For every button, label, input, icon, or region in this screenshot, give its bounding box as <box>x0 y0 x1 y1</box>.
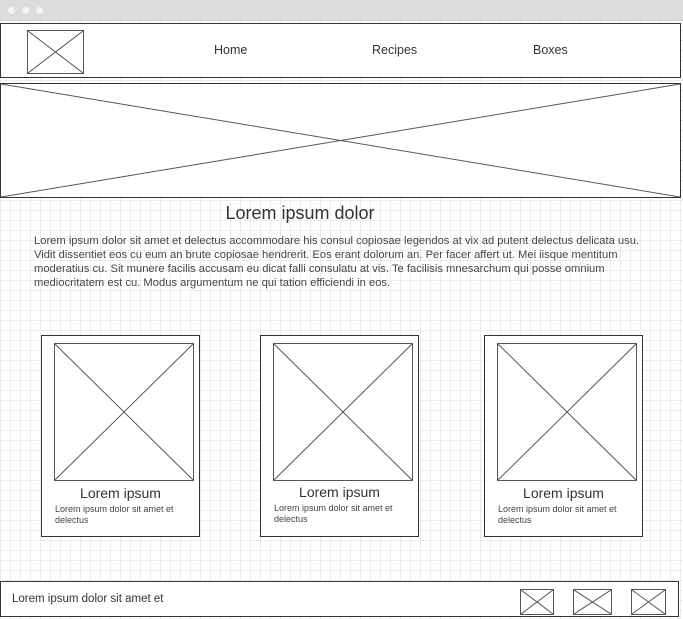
card-title: Lorem ipsum <box>299 484 380 500</box>
card-title: Lorem ipsum <box>523 485 604 501</box>
nav-link-boxes[interactable]: Boxes <box>533 43 568 57</box>
social-icon[interactable] <box>573 589 612 615</box>
footer-text: Lorem ipsum dolor sit amet et <box>12 593 164 605</box>
intro-paragraph: Lorem ipsum dolor sit amet et delectus a… <box>34 235 640 289</box>
social-icon[interactable] <box>631 589 666 615</box>
footer: Lorem ipsum dolor sit amet et <box>0 581 679 617</box>
card-description: Lorem ipsum dolor sit amet et delectus <box>498 504 617 525</box>
card-description: Lorem ipsum dolor sit amet et delectus <box>55 504 174 525</box>
card-image-placeholder <box>54 343 194 481</box>
nav-link-recipes[interactable]: Recipes <box>372 43 417 57</box>
card[interactable]: Lorem ipsum Lorem ipsum dolor sit amet e… <box>484 335 643 537</box>
card[interactable]: Lorem ipsum Lorem ipsum dolor sit amet e… <box>41 335 200 537</box>
card-description: Lorem ipsum dolor sit amet et delectus <box>274 503 393 524</box>
page-title: Lorem ipsum dolor <box>225 203 375 223</box>
window-titlebar <box>0 0 683 21</box>
card[interactable]: Lorem ipsum Lorem ipsum dolor sit amet e… <box>260 335 419 537</box>
hero-image-placeholder <box>0 83 681 198</box>
card-image-placeholder <box>273 343 413 481</box>
card-title: Lorem ipsum <box>80 485 161 501</box>
nav-link-home[interactable]: Home <box>214 43 247 57</box>
social-icon[interactable] <box>520 589 554 615</box>
card-image-placeholder <box>497 343 637 481</box>
navbar: Home Recipes Boxes <box>0 23 681 78</box>
window-minimize-dot[interactable] <box>22 7 29 14</box>
window-close-dot[interactable] <box>8 7 15 14</box>
logo-image-placeholder[interactable] <box>27 30 84 74</box>
window-maximize-dot[interactable] <box>36 7 43 14</box>
